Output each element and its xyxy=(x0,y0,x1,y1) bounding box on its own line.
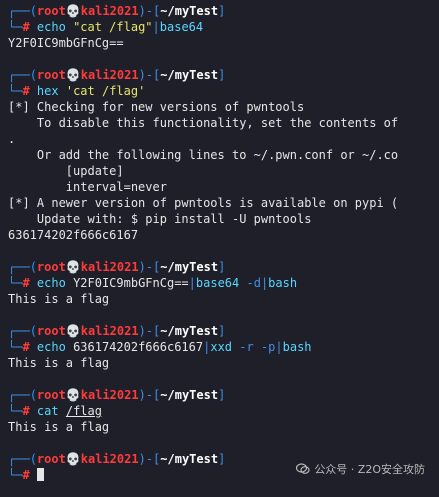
prompt-line: ┌──(root💀kali2021)-[~/myTest] xyxy=(8,260,226,274)
prompt-line: ┌──(root💀kali2021)-[~/myTest] xyxy=(8,324,226,338)
output-line: This is a flag xyxy=(8,292,110,306)
output-line: Update with: $ pip install -U pwntools xyxy=(8,212,312,226)
skull-icon: 💀 xyxy=(65,260,81,274)
terminal-window[interactable]: ┌──(root💀kali2021)-[~/myTest] └─# echo "… xyxy=(0,0,439,497)
output-line: . xyxy=(8,132,16,146)
prompt-line: ┌──(root💀kali2021)-[~/myTest] xyxy=(8,388,226,402)
command-line: └─# cat /flag xyxy=(8,404,102,418)
output-line: [update] xyxy=(8,164,124,178)
prompt-line: ┌──(root💀kali2021)-[~/myTest] xyxy=(8,452,226,466)
skull-icon: 💀 xyxy=(65,452,81,466)
output-line: Or add the following lines to ~/.pwn.con… xyxy=(8,148,399,162)
skull-icon: 💀 xyxy=(65,4,81,18)
command-line: └─# echo Y2F0IC9mbGFnCg==|base64 -d|bash xyxy=(8,276,298,290)
output-line: This is a flag xyxy=(8,356,110,370)
watermark: 公众号 · Z2O安全攻防 xyxy=(296,461,425,477)
output-line: This is a flag xyxy=(8,420,110,434)
prompt-line: ┌──(root💀kali2021)-[~/myTest] xyxy=(8,4,226,18)
terminal-cursor xyxy=(36,468,44,481)
command-line: └─# echo 636174202f666c6167|xxd -r -p|ba… xyxy=(8,340,312,354)
command-line: └─# echo "cat /flag"|base64 xyxy=(8,20,204,34)
command-line: └─# hex 'cat /flag' xyxy=(8,84,146,98)
wechat-icon xyxy=(296,462,310,476)
output-line: To disable this functionality, set the c… xyxy=(8,116,399,130)
output-line: 636174202f666c6167 xyxy=(8,228,139,242)
command-line[interactable]: └─# xyxy=(8,467,44,483)
skull-icon: 💀 xyxy=(65,68,81,82)
output-line: Y2F0IC9mbGFnCg== xyxy=(8,36,124,50)
output-line: [*] A newer version of pwntools is avail… xyxy=(8,196,399,210)
output-line: [*] Checking for new versions of pwntool… xyxy=(8,100,305,114)
prompt-line: ┌──(root💀kali2021)-[~/myTest] xyxy=(8,68,226,82)
output-line: interval=never xyxy=(8,180,167,194)
skull-icon: 💀 xyxy=(65,324,81,338)
skull-icon: 💀 xyxy=(65,388,81,402)
